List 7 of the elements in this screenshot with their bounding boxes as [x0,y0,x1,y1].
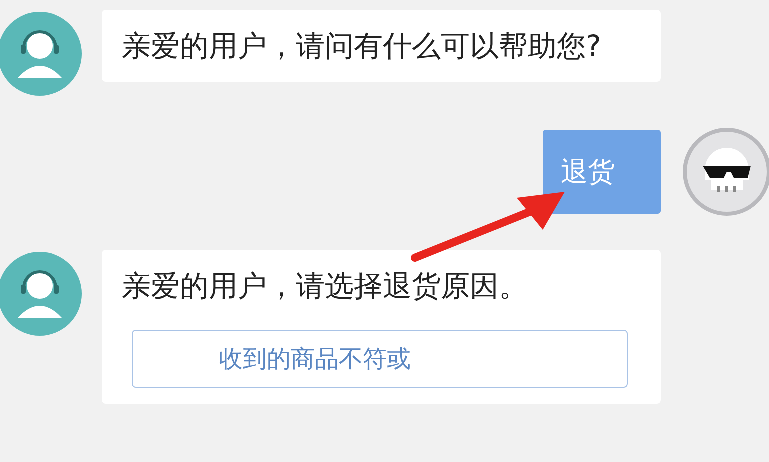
user-message-bubble: 退货 [543,130,661,214]
message-text: 亲爱的用户，请选择退货原因。 [122,268,529,305]
skull-avatar-icon [683,128,769,216]
headset-avatar-icon [0,12,82,96]
headset-avatar-icon [0,252,82,336]
message-text: 亲爱的用户，请问有什么可以帮助您? [122,28,602,65]
option-button[interactable]: 收到的商品不符或 [132,330,628,388]
